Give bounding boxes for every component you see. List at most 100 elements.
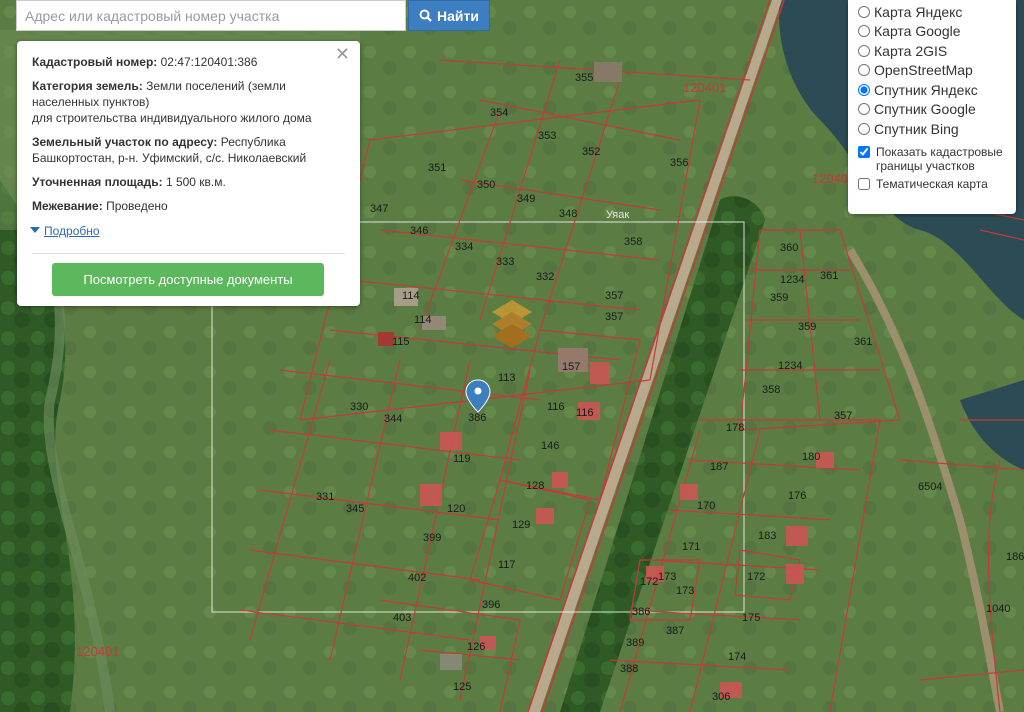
cadastral-value: 02:47:120401:386 [160, 55, 258, 69]
cadastral-label: Кадастровый номер: [32, 55, 158, 69]
plot-label: 354 [490, 107, 508, 119]
layer-option-google-map[interactable]: Карта Google [858, 22, 1016, 42]
layer-option-label: Карта Google [874, 23, 961, 40]
plot-label: 187 [710, 461, 728, 473]
layer-radio[interactable] [858, 44, 870, 57]
plot-label: 172 [640, 576, 658, 588]
plot-label: 353 [538, 130, 556, 142]
layer-radio[interactable] [858, 83, 870, 96]
plot-label: 119 [453, 453, 471, 465]
plot-label: 178 [726, 422, 744, 434]
plot-label: 399 [423, 532, 441, 544]
plot-label: 172 [747, 571, 765, 583]
region-label: 120401 [76, 644, 119, 659]
plot-label: 402 [408, 572, 426, 584]
search-button[interactable]: Найти [408, 0, 490, 31]
plot-label: 361 [854, 336, 872, 348]
plot-label: 306 [712, 691, 730, 703]
plot-label: 396 [482, 599, 500, 611]
plot-label: 180 [802, 451, 820, 463]
plot-label: 387 [666, 625, 684, 637]
layer-option-label: Карта Яндекс [874, 3, 963, 20]
plot-label: 360 [780, 242, 798, 254]
plot-label: 331 [316, 491, 334, 503]
category-use: для строительства индивидуального жилого… [32, 111, 312, 125]
plot-label: 1234 [780, 274, 804, 286]
layer-radio[interactable] [858, 64, 870, 77]
layer-option-label: Спутник Google [874, 101, 976, 118]
plot-label: 359 [798, 321, 816, 333]
category-row: Категория земель: Земли поселений (земли… [32, 78, 346, 126]
thematic-map-checkbox[interactable] [858, 177, 870, 190]
plot-label: 348 [559, 208, 577, 220]
plot-label: 388 [620, 663, 638, 675]
plot-label: 1234 [778, 360, 802, 372]
close-icon[interactable]: ✕ [335, 45, 350, 63]
area-label: Уточненная площадь: [32, 175, 163, 189]
plot-label: 386 [468, 412, 486, 424]
layer-option-2gis-map[interactable]: Карта 2GIS [858, 41, 1016, 61]
layer-radio[interactable] [858, 5, 870, 18]
thematic-map-toggle[interactable]: Тематическая карта [858, 177, 1016, 191]
details-link[interactable]: Подробно [30, 223, 100, 239]
show-cadastral-checkbox[interactable] [858, 145, 870, 158]
region-label: 120401 [683, 80, 726, 95]
plot-label: 176 [788, 490, 806, 502]
plot-label: 6504 [918, 481, 942, 493]
address-label: Земельный участок по адресу: [32, 135, 218, 149]
plot-label: 358 [624, 236, 642, 248]
plot-label: 116 [547, 401, 565, 413]
layer-option-osm[interactable]: OpenStreetMap [858, 61, 1016, 81]
layer-option-label: Спутник Яндекс [874, 81, 978, 98]
layer-option-label: OpenStreetMap [874, 62, 973, 79]
category-label: Категория земель: [32, 79, 143, 93]
plot-label: 175 [742, 612, 760, 624]
search-button-label: Найти [437, 7, 479, 24]
search-input[interactable] [16, 0, 406, 31]
show-cadastral-toggle[interactable]: Показать кадастровые границы участков [858, 145, 1016, 173]
plot-label: 361 [820, 270, 838, 282]
area-row: Уточненная площадь: 1 500 кв.м. [32, 174, 346, 190]
layer-option-bing-satellite[interactable]: Спутник Bing [858, 119, 1016, 139]
area-value: 1 500 кв.м. [165, 175, 226, 189]
layer-option-yandex-map[interactable]: Карта Яндекс [858, 2, 1016, 22]
layer-radio[interactable] [858, 122, 870, 135]
plot-label: 356 [670, 157, 688, 169]
plot-label: 357 [605, 311, 623, 323]
plot-label: 350 [477, 179, 495, 191]
layer-option-yandex-satellite[interactable]: Спутник Яндекс [858, 80, 1016, 100]
layer-radio[interactable] [858, 25, 870, 38]
layer-option-google-satellite[interactable]: Спутник Google [858, 100, 1016, 120]
plot-label: 114 [402, 290, 420, 302]
region-label: 12040 [812, 171, 848, 186]
survey-value: Проведено [106, 199, 168, 213]
plot-label: 351 [428, 162, 446, 174]
plot-label: 347 [370, 203, 388, 215]
plot-label: 173 [658, 571, 676, 583]
plot-label: 146 [541, 440, 559, 452]
address-row: Земельный участок по адресу: Республика … [32, 134, 346, 166]
layer-switcher: Карта Яндекс Карта Google Карта 2GIS Ope… [848, 0, 1016, 214]
plot-label: 120 [447, 503, 465, 515]
plot-label: 333 [496, 256, 514, 268]
plot-label: 113 [498, 372, 516, 384]
plot-label: 116 [576, 407, 594, 419]
plot-label: 114 [414, 314, 432, 326]
plot-label: 355 [575, 72, 593, 84]
plot-label: 174 [728, 651, 746, 663]
plot-label: 1864 [1006, 551, 1024, 563]
popup-divider [32, 253, 345, 254]
view-documents-button[interactable]: Посмотреть доступные документы [52, 263, 324, 296]
plot-label: 183 [758, 530, 776, 542]
layer-option-label: Спутник Bing [874, 120, 959, 137]
plot-label: 157 [562, 361, 580, 373]
caret-down-icon [30, 227, 40, 233]
layer-option-label: Карта 2GIS [874, 42, 948, 59]
details-link-label: Подробно [44, 223, 100, 238]
search-icon [419, 9, 432, 22]
survey-row: Межевание: Проведено [32, 198, 346, 214]
plot-label: 170 [697, 500, 715, 512]
layer-radio[interactable] [858, 103, 870, 116]
cadastral-row: Кадастровый номер: 02:47:120401:386 [32, 54, 346, 70]
plot-label: 344 [384, 413, 402, 425]
